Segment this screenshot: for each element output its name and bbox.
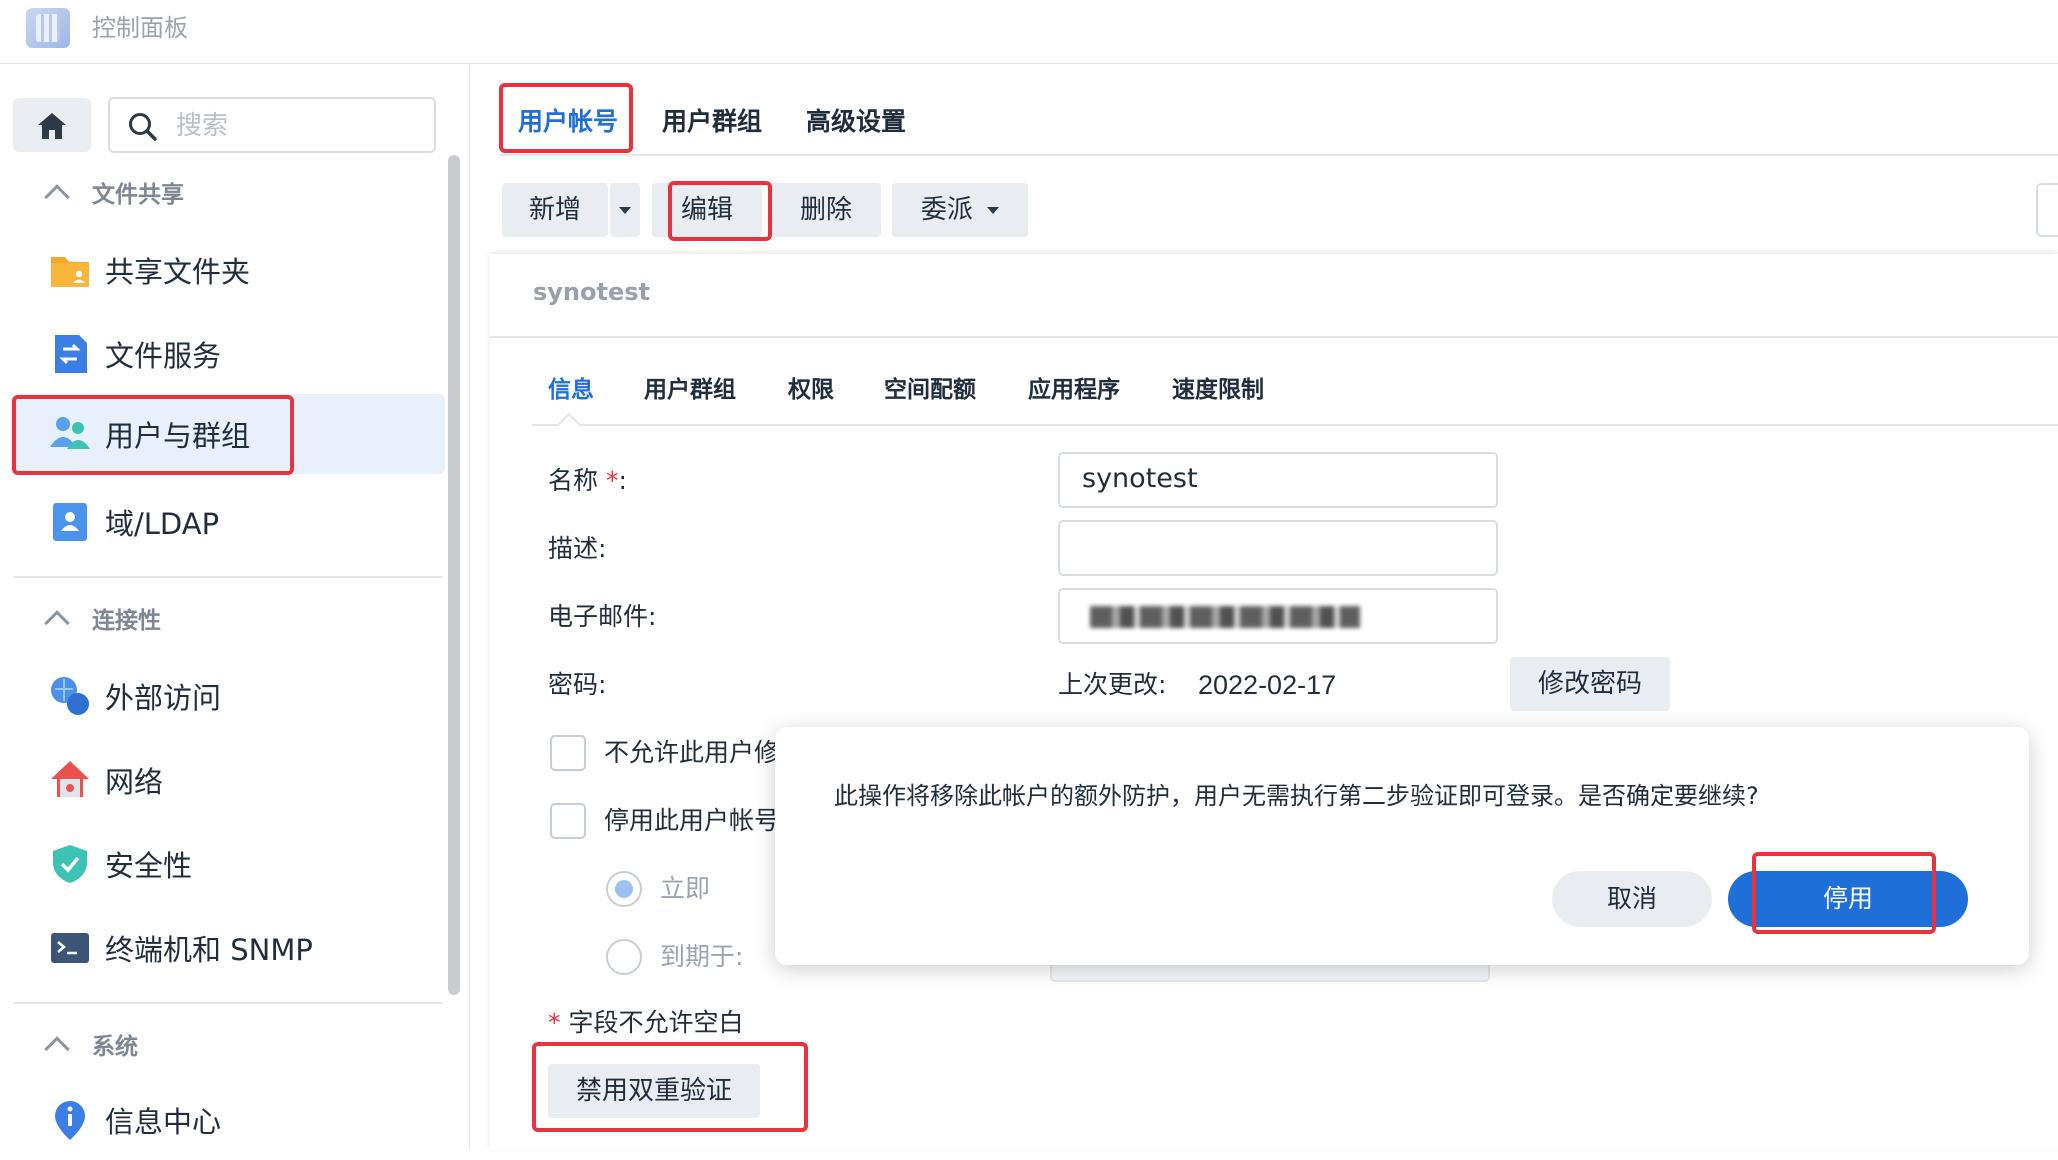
sidebar-scrollbar[interactable] [448, 155, 460, 995]
change-password-button[interactable]: 修改密码 [1510, 657, 1670, 711]
file-services-icon [49, 333, 91, 375]
title-bar [0, 0, 2058, 64]
add-dropdown-button[interactable] [610, 183, 640, 237]
dialog-message: 此操作将移除此帐户的额外防护，用户无需执行第二步验证即可登录。是否确定要继续? [834, 782, 1759, 810]
sidebar-item-external-access[interactable]: 外部访问 [13, 656, 445, 736]
search-box[interactable] [108, 97, 436, 153]
tab-applications[interactable]: 应用程序 [1028, 372, 1120, 408]
description-field[interactable] [1058, 520, 1498, 576]
redacted-email [1090, 606, 1360, 628]
sidebar-divider [13, 576, 443, 578]
external-access-icon [49, 675, 91, 717]
section-file-sharing[interactable]: 文件共享 [0, 177, 184, 213]
highlight-users-groups-item [12, 395, 294, 475]
expire-on-radio[interactable] [606, 939, 642, 975]
panel-header-divider [490, 336, 2058, 338]
section-connectivity[interactable]: 连接性 [0, 603, 161, 639]
tab-info[interactable]: 信息 [548, 372, 594, 408]
main-tabs: 用户帐号 用户群组 高级设置 [500, 84, 2058, 156]
shared-folder-icon [49, 249, 91, 291]
delegate-button[interactable]: 委派 [892, 183, 1028, 237]
section-system[interactable]: 系统 [0, 1029, 138, 1065]
network-icon [49, 759, 91, 801]
sidebar-item-security[interactable]: 安全性 [13, 824, 445, 904]
description-label: 描述: [548, 534, 607, 563]
tab-quota[interactable]: 空间配额 [884, 372, 976, 408]
name-field[interactable]: synotest [1058, 452, 1498, 508]
cancel-button[interactable]: 取消 [1552, 871, 1712, 927]
highlight-disable-button [1752, 852, 1936, 934]
disallow-password-change-checkbox[interactable] [550, 735, 586, 771]
name-label: 名称 *: [548, 466, 627, 495]
tab-groups[interactable]: 用户群组 [644, 372, 736, 408]
info-center-icon [49, 1099, 91, 1141]
sidebar-item-info-center[interactable]: 信息中心 [13, 1080, 445, 1160]
tab-advanced[interactable]: 高级设置 [806, 104, 906, 140]
caret-down-icon [987, 207, 1000, 214]
disallow-password-change-label: 不允许此用户修 [604, 738, 780, 767]
domain-ldap-icon [49, 501, 91, 543]
chevron-up-icon [44, 1036, 70, 1062]
sidebar-item-terminal-snmp[interactable]: 终端机和 SNMP [13, 908, 445, 988]
highlight-disable-2fa-button [532, 1042, 808, 1132]
tab-permissions[interactable]: 权限 [788, 372, 834, 408]
search-icon [129, 113, 157, 141]
control-panel-icon [26, 8, 70, 48]
sidebar-item-file-services[interactable]: 文件服务 [13, 314, 445, 394]
chevron-up-icon [44, 610, 70, 636]
panel-title: synotest [533, 278, 651, 306]
sidebar-divider [13, 1002, 443, 1004]
home-button[interactable] [13, 98, 91, 152]
expire-on-label: 到期于: [660, 942, 744, 971]
email-field[interactable] [1058, 588, 1498, 644]
last-changed-label: 上次更改: [1058, 670, 1167, 699]
tab-user-groups[interactable]: 用户群组 [662, 104, 762, 140]
search-input[interactable] [176, 109, 416, 141]
immediately-label: 立即 [660, 874, 711, 903]
panel-tab-divider [532, 424, 2058, 426]
highlight-edit-button [668, 181, 772, 241]
highlight-user-accounts-tab [499, 83, 633, 153]
tab-speed-limit[interactable]: 速度限制 [1172, 372, 1264, 408]
required-note: * 字段不允许空白 [548, 1008, 744, 1037]
window-title: 控制面板 [92, 14, 188, 42]
disable-account-checkbox[interactable] [550, 803, 586, 839]
sidebar-item-network[interactable]: 网络 [13, 740, 445, 820]
chevron-up-icon [44, 184, 70, 210]
caret-down-icon [619, 207, 631, 214]
sidebar-item-domain-ldap[interactable]: 域/LDAP [13, 482, 445, 562]
disable-account-label: 停用此用户帐号 [604, 806, 780, 835]
password-label: 密码: [548, 670, 607, 699]
shield-icon [49, 843, 91, 885]
last-changed-date: 2022-02-17 [1198, 670, 1337, 700]
terminal-icon [49, 927, 91, 969]
sidebar-item-shared-folder[interactable]: 共享文件夹 [13, 230, 445, 310]
immediately-radio[interactable] [606, 871, 642, 907]
add-button[interactable]: 新增 [502, 183, 608, 237]
toolbar-search-field[interactable] [2036, 183, 2058, 237]
delete-button[interactable]: 删除 [771, 183, 881, 237]
home-icon [38, 113, 66, 139]
email-label: 电子邮件: [548, 602, 657, 631]
